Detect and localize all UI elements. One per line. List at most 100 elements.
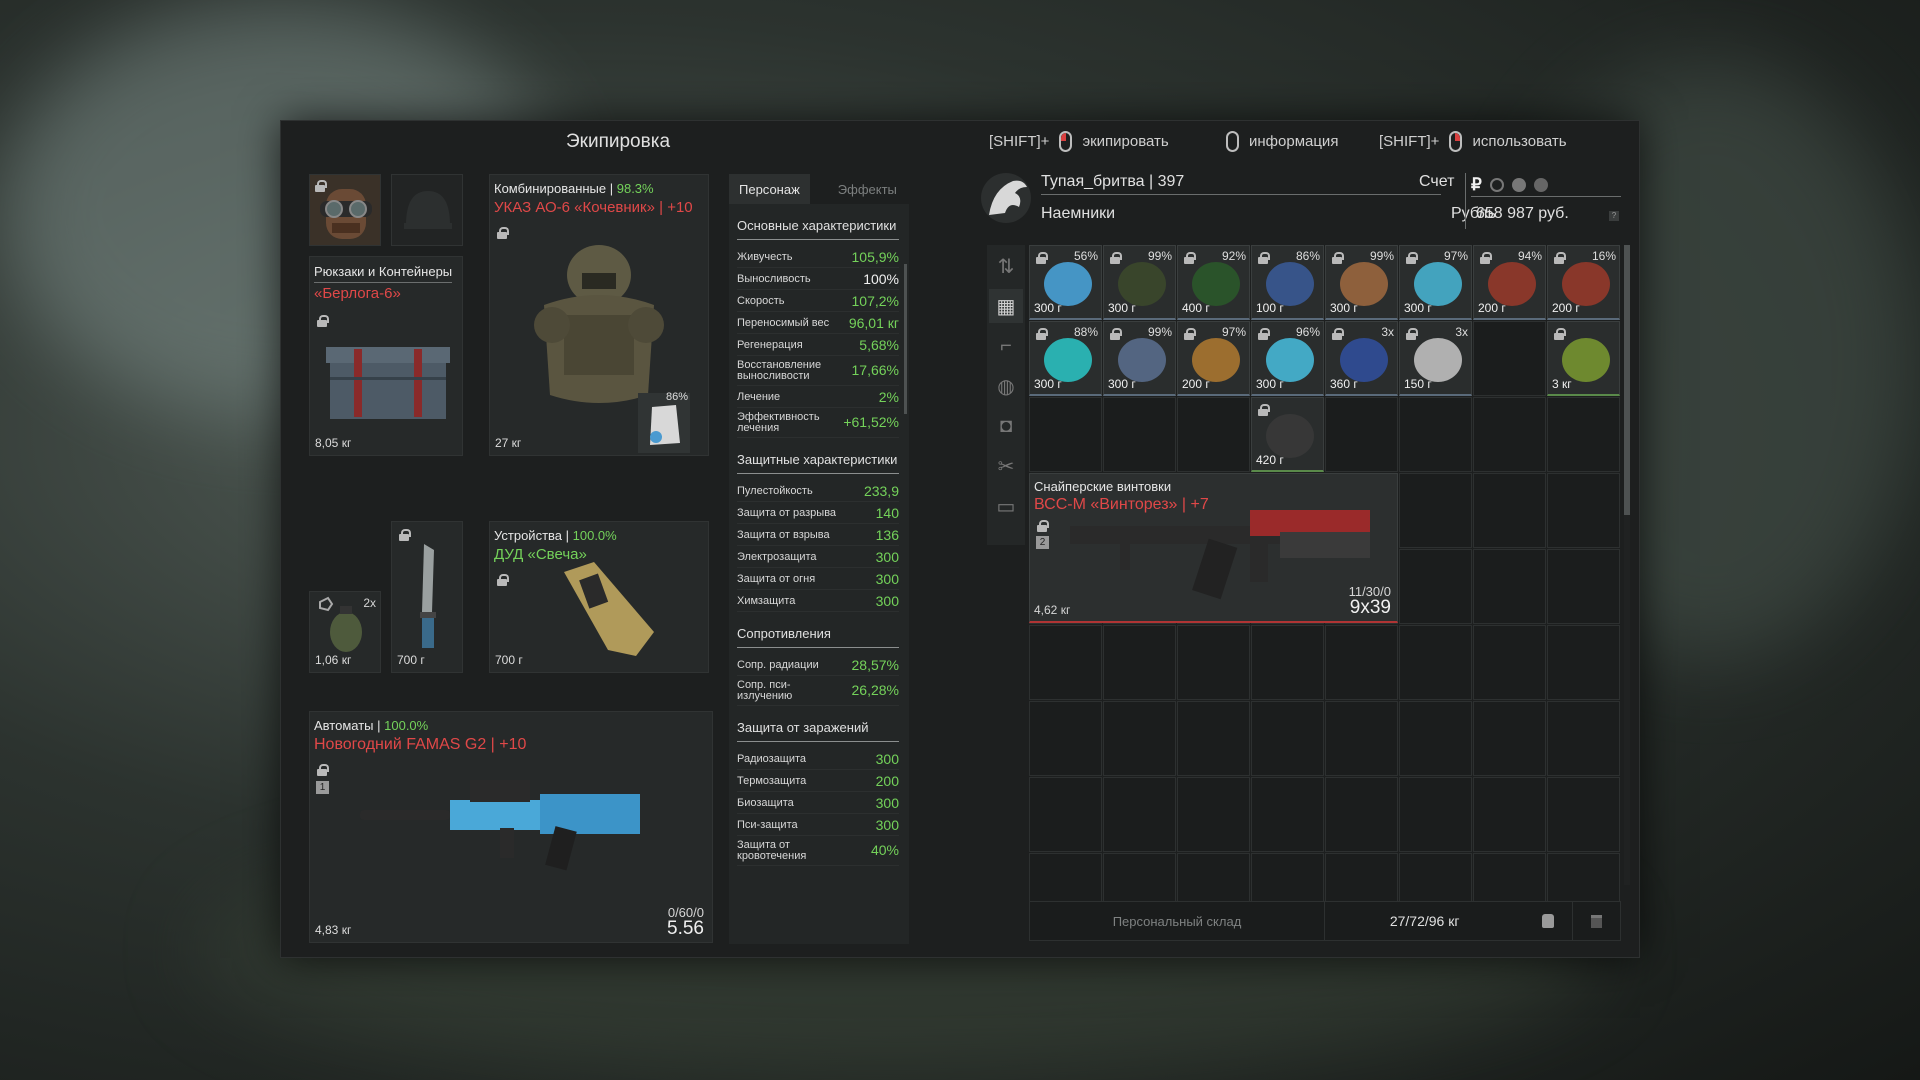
item-durability: 16% bbox=[1591, 249, 1616, 263]
backpack-category: Рюкзаки и Контейнеры bbox=[314, 264, 453, 283]
section-title: Сопротивления bbox=[737, 620, 899, 648]
stat-row: Восстановление выносливости 17,66% bbox=[737, 356, 899, 386]
inventory-item[interactable]: 86% 100 г bbox=[1251, 245, 1324, 320]
section-title: Основные характеристики bbox=[737, 212, 899, 240]
inventory-item[interactable]: 3x 360 г bbox=[1325, 321, 1398, 396]
item-weight: 200 г bbox=[1552, 301, 1580, 315]
gear-currency-icon[interactable] bbox=[1489, 177, 1504, 192]
lock-icon bbox=[497, 574, 509, 586]
currency-tabs: ₽ bbox=[1471, 173, 1621, 197]
inventory-item[interactable]: 3x 150 г bbox=[1399, 321, 1472, 396]
detector-device-icon bbox=[564, 562, 654, 656]
inventory-item[interactable]: 420 г bbox=[1251, 397, 1324, 472]
armor-plate-slot[interactable]: 86% bbox=[638, 391, 690, 453]
account-label: Счет bbox=[1419, 173, 1455, 190]
stat-row: Лечение 2% bbox=[737, 386, 899, 408]
stats-list[interactable]: Основные характеристики Живучесть 105,9% … bbox=[729, 204, 909, 944]
inventory-item[interactable]: 97% 200 г bbox=[1177, 321, 1250, 396]
player-name: Тупая_бритва | 397 bbox=[1041, 173, 1441, 195]
stat-row: Сопр. радиации 28,57% bbox=[737, 654, 899, 676]
backpack-slot[interactable]: Рюкзаки и Контейнеры «Берлога-6» 8,05 кг bbox=[309, 256, 463, 456]
knife-icon bbox=[420, 544, 436, 648]
item-durability: 97% bbox=[1443, 249, 1468, 263]
balance-value: 658 987 руб. bbox=[1476, 205, 1569, 222]
scroll-thumb[interactable] bbox=[1624, 245, 1630, 515]
device-slot[interactable]: Устройства | 100.0% ДУД «Свеча» 700 г bbox=[489, 521, 709, 673]
primary-weapon-slot[interactable]: Автоматы | 100.0% Новогодний FAMAS G2 | … bbox=[309, 711, 713, 943]
inventory-footer: Персональный склад 27/72/96 кг bbox=[1029, 901, 1621, 941]
right-mouse-icon bbox=[1449, 131, 1463, 152]
face-slot[interactable] bbox=[309, 174, 381, 246]
inventory-item[interactable]: 99% 300 г bbox=[1325, 245, 1398, 320]
rifle-weight: 4,83 кг bbox=[315, 923, 352, 937]
item-weight: 300 г bbox=[1034, 377, 1062, 391]
vss-rifle-icon bbox=[1070, 510, 1370, 600]
lock-icon bbox=[399, 529, 411, 541]
sniper-rifle-item[interactable]: Снайперские винтовки ВСС-М «Винторез» | … bbox=[1029, 473, 1398, 623]
item-weight: 300 г bbox=[1330, 301, 1358, 315]
stat-row: Пулестойкость 233,9 bbox=[737, 480, 899, 502]
sort-icon[interactable]: ⇅ bbox=[989, 249, 1023, 283]
armor-slot[interactable]: Комбинированные | 98.3% УКАЗ АО-6 «Кочев… bbox=[489, 174, 709, 456]
stats-scrollbar[interactable] bbox=[904, 264, 907, 414]
lock-icon bbox=[317, 764, 329, 776]
item-durability: 3x bbox=[1381, 325, 1394, 339]
tools-filter-icon[interactable]: ✂ bbox=[989, 449, 1023, 483]
item-weight: 300 г bbox=[1108, 377, 1136, 391]
weapon-filter-icon[interactable]: ⌐ bbox=[989, 329, 1023, 363]
inventory-filter-bar: ⇅ ▦ ⌐ ◍ ◘ ✂ ▭ bbox=[987, 245, 1025, 545]
inventory-item[interactable]: 16% 200 г bbox=[1547, 245, 1620, 320]
inventory-item[interactable]: 99% 300 г bbox=[1103, 245, 1176, 320]
help-icon[interactable]: ? bbox=[1609, 211, 1619, 221]
inventory-item[interactable]: 92% 400 г bbox=[1177, 245, 1250, 320]
inventory-item[interactable]: 3 кг bbox=[1547, 321, 1620, 396]
item-weight: 360 г bbox=[1330, 377, 1358, 391]
helmet-slot[interactable] bbox=[391, 174, 463, 246]
item-durability: 3x bbox=[1455, 325, 1468, 339]
stats-panel: Персонаж Эффекты Основные характеристики… bbox=[729, 174, 909, 944]
ruble-icon[interactable]: ₽ bbox=[1471, 175, 1482, 195]
stat-row: Термозащита 200 bbox=[737, 770, 899, 792]
trash-icon[interactable] bbox=[1572, 902, 1620, 940]
item-weight: 420 г bbox=[1256, 453, 1284, 467]
inventory-item[interactable]: 97% 300 г bbox=[1399, 245, 1472, 320]
tab-character[interactable]: Персонаж bbox=[729, 174, 810, 204]
personal-storage-button[interactable]: Персональный склад bbox=[1030, 902, 1325, 940]
famas-rifle-icon bbox=[360, 780, 640, 871]
knife-slot[interactable]: 700 г bbox=[391, 521, 463, 673]
backpack-container-icon bbox=[326, 347, 450, 419]
armor-suit-icon bbox=[534, 245, 664, 403]
player-faction: Наемники bbox=[1041, 205, 1116, 222]
stat-row: Электрозащита 300 bbox=[737, 546, 899, 568]
item-durability: 96% bbox=[1295, 325, 1320, 339]
stat-row: Выносливость 100% bbox=[737, 268, 899, 290]
lock-icon bbox=[497, 227, 509, 239]
item-weight: 3 кг bbox=[1552, 377, 1572, 391]
inventory-item[interactable]: 99% 300 г bbox=[1103, 321, 1176, 396]
inventory-item[interactable]: 96% 300 г bbox=[1251, 321, 1324, 396]
armor-filter-icon[interactable]: ◍ bbox=[989, 369, 1023, 403]
stat-row: Регенерация 5,68% bbox=[737, 334, 899, 356]
token-icon[interactable] bbox=[1533, 177, 1548, 192]
inventory-item[interactable]: 56% 300 г bbox=[1029, 245, 1102, 320]
inventory-item[interactable]: 94% 200 г bbox=[1473, 245, 1546, 320]
artifact-filter-icon[interactable]: ◘ bbox=[989, 409, 1023, 443]
inventory-item[interactable]: 88% 300 г bbox=[1029, 321, 1102, 396]
grenade-slot[interactable]: 2x 1,06 кг bbox=[309, 591, 381, 673]
armor-weight: 27 кг bbox=[495, 436, 522, 450]
stat-row: Защита от огня 300 bbox=[737, 568, 899, 590]
stat-row: Биозащита 300 bbox=[737, 792, 899, 814]
hint-use: [SHIFT]+ использовать bbox=[1379, 131, 1567, 152]
device-durability: 100.0% bbox=[572, 528, 617, 543]
item-durability: 56% bbox=[1073, 249, 1098, 263]
lock-icon bbox=[317, 315, 329, 327]
coin-icon[interactable] bbox=[1511, 177, 1526, 192]
tab-effects[interactable]: Эффекты bbox=[828, 174, 907, 204]
stat-row: Химзащита 300 bbox=[737, 590, 899, 612]
inventory-scrollbar[interactable] bbox=[1624, 245, 1630, 885]
misc-filter-icon[interactable]: ▭ bbox=[989, 489, 1023, 523]
grid-all-icon[interactable]: ▦ bbox=[989, 289, 1023, 323]
stat-row: Живучесть 105,9% bbox=[737, 246, 899, 268]
item-weight: 400 г bbox=[1182, 301, 1210, 315]
grenade-icon bbox=[319, 596, 362, 652]
